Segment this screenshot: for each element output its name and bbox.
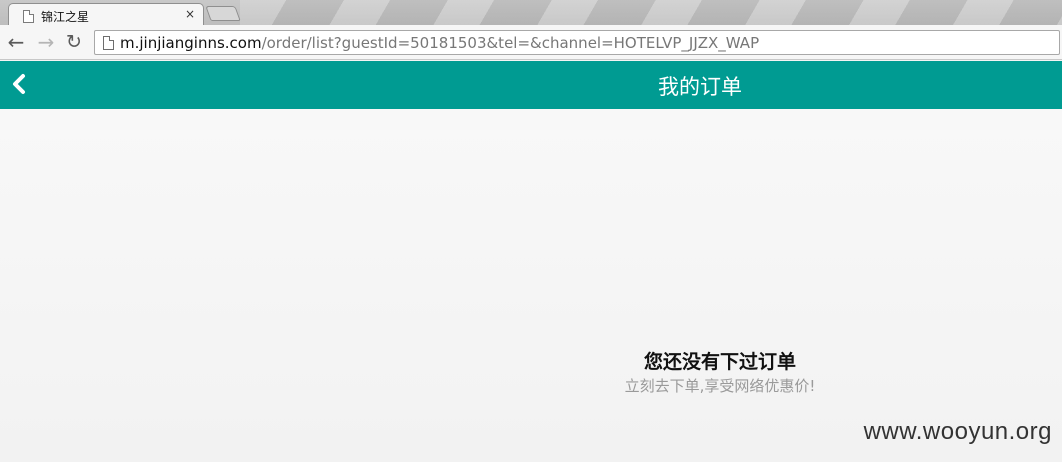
url-path: /order/list?guestId=50181503&tel=&channe… — [261, 34, 760, 52]
page-icon — [103, 36, 114, 50]
page-icon — [23, 10, 34, 23]
order-list-content: 您还没有下过订单 立刻去下单,享受网络优惠价! www.wooyun.org — [0, 109, 1062, 462]
reload-icon[interactable]: ↻ — [62, 30, 86, 54]
tabstrip-background — [240, 0, 1062, 25]
app-header: 我的订单 — [0, 61, 1062, 109]
empty-state-title: 您还没有下过订单 — [643, 351, 796, 373]
empty-state-subtitle[interactable]: 立刻去下单,享受网络优惠价! — [600, 375, 840, 396]
url-host: m.jinjianginns.com — [120, 34, 262, 52]
forward-arrow-icon[interactable]: → — [34, 30, 58, 54]
close-icon[interactable]: × — [185, 7, 195, 21]
tab-title: 锦江之星 — [41, 10, 90, 24]
page-title: 我的订单 — [658, 75, 742, 99]
watermark: www.wooyun.org — [863, 418, 1052, 445]
url-text[interactable]: m.jinjianginns.com/order/list?guestId=50… — [120, 34, 759, 52]
browser-tabstrip: 锦江之星 × — [0, 0, 1062, 25]
browser-toolbar: ← → ↻ m.jinjianginns.com/order/list?gues… — [0, 25, 1062, 60]
browser-tab-active[interactable]: 锦江之星 × — [8, 3, 204, 25]
new-tab-button[interactable] — [205, 6, 241, 21]
address-bar[interactable]: m.jinjianginns.com/order/list?guestId=50… — [94, 30, 1060, 55]
back-arrow-icon[interactable]: ← — [4, 30, 28, 54]
